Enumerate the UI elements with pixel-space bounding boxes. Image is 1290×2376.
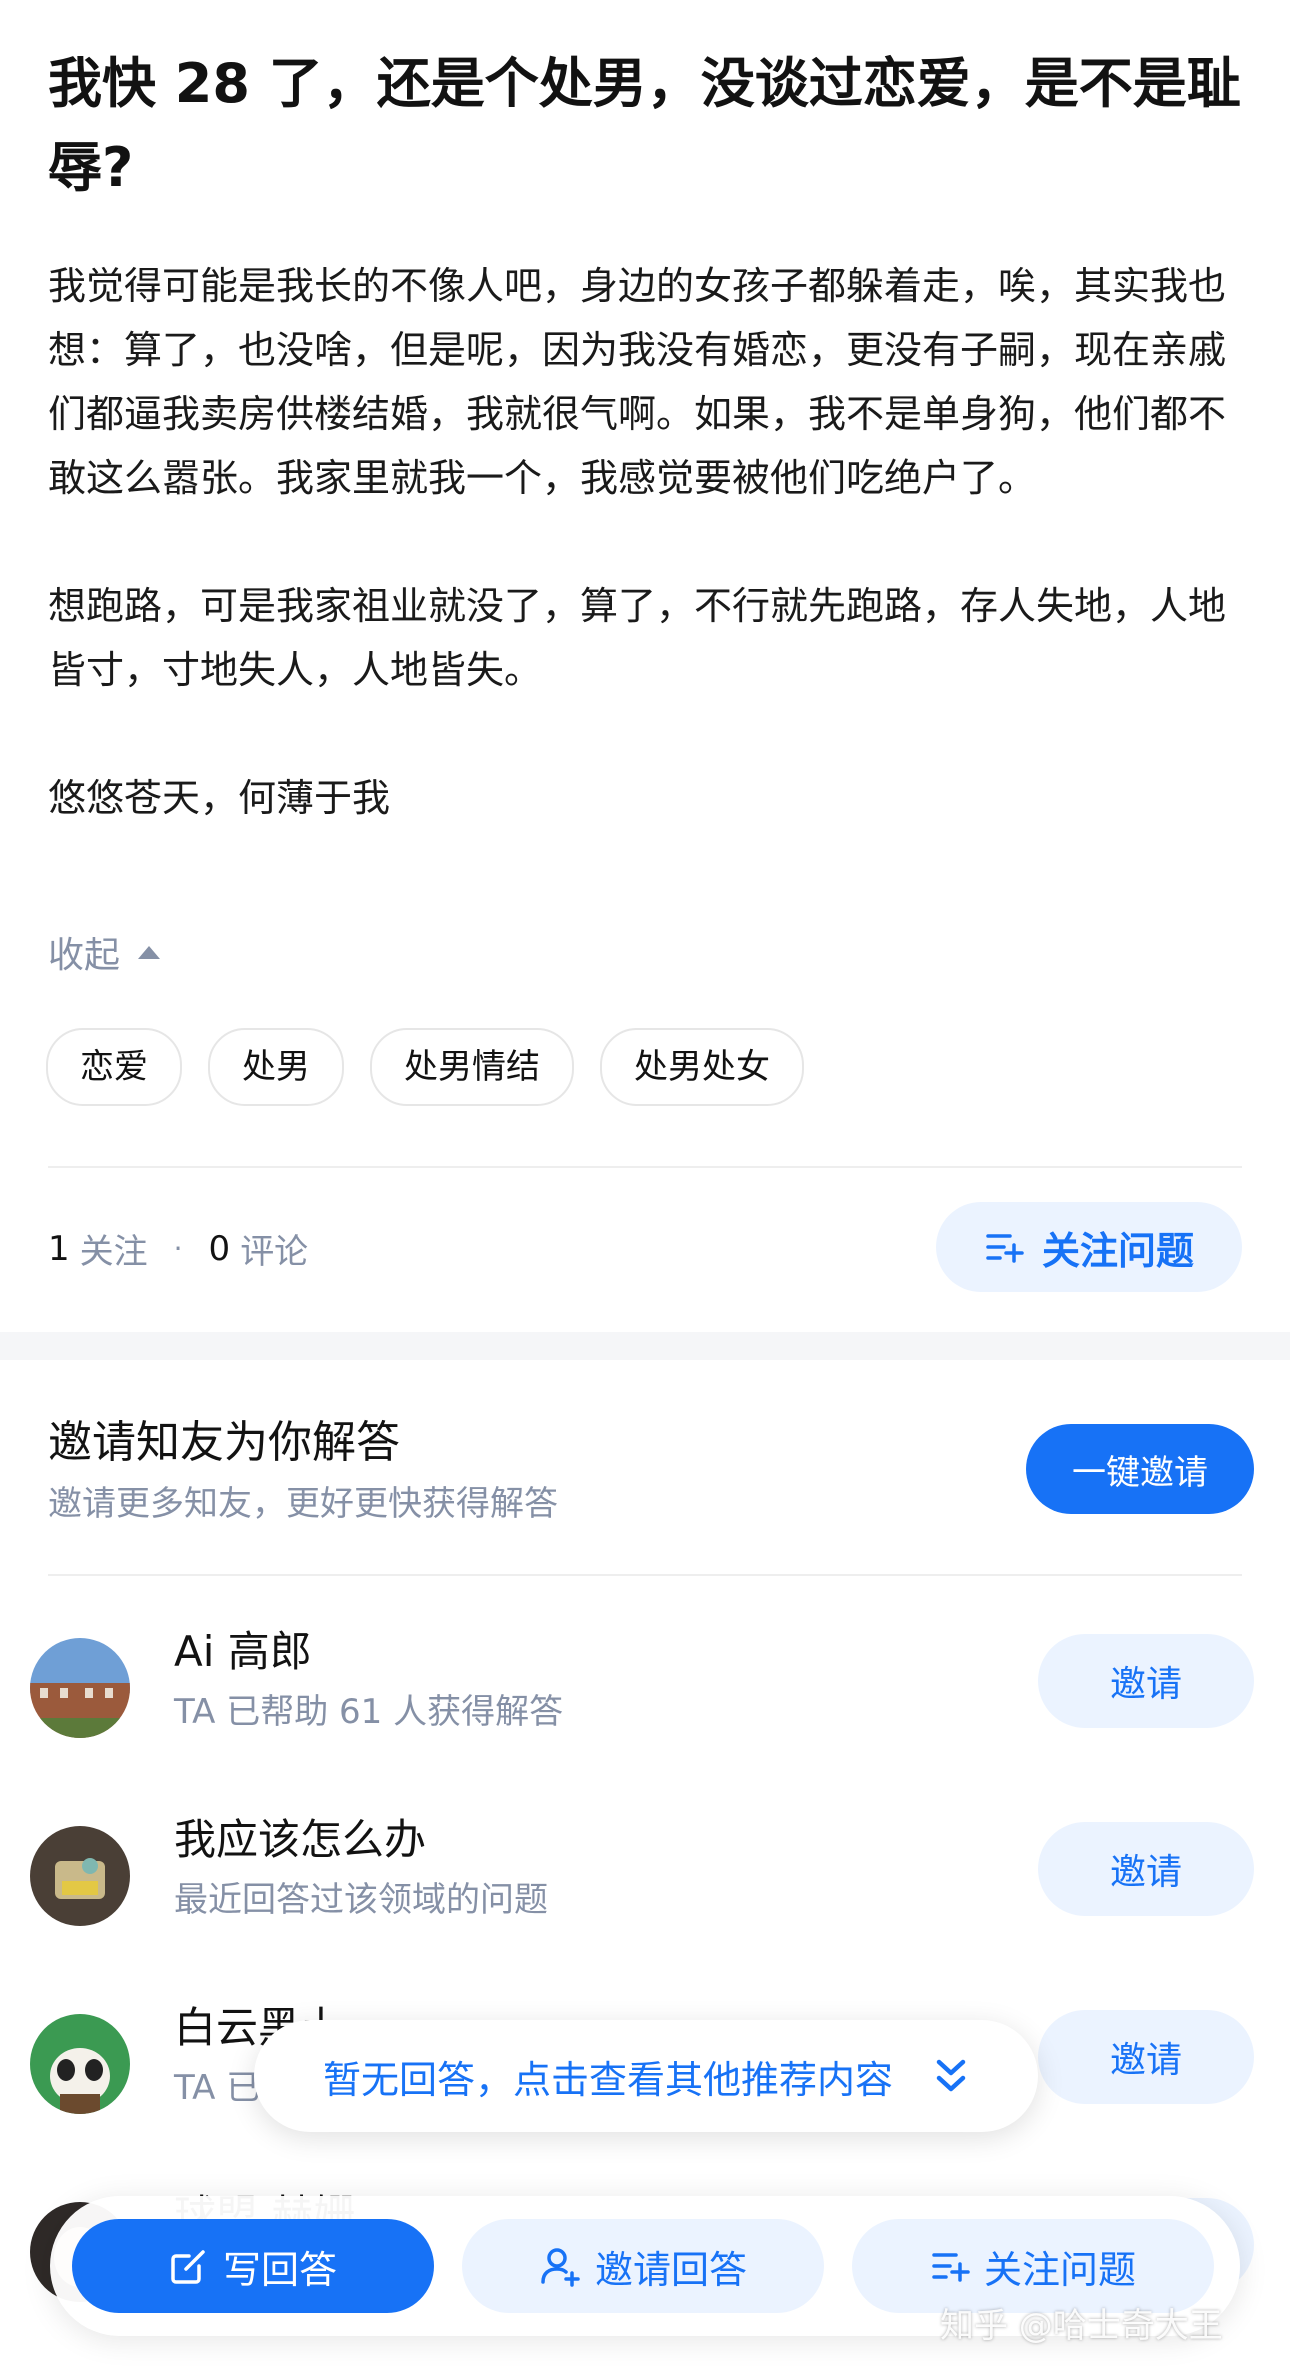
collapse-label: 收起	[48, 935, 121, 976]
double-chevron-down-icon	[936, 2059, 966, 2092]
invite-all-button[interactable]: 一键邀请	[1026, 1424, 1254, 1514]
invite-user-button[interactable]: 邀请	[1038, 1634, 1254, 1728]
topic-tags: 恋爱 处男 处男情结 处男处女	[46, 1028, 804, 1106]
user-description: TA 已帮助 61 人获得解答	[174, 1692, 564, 1732]
separator-dot: ·	[173, 1232, 183, 1265]
topic-tag[interactable]: 恋爱	[46, 1028, 182, 1106]
follow-count-label[interactable]: 关注	[80, 1224, 148, 1273]
comment-count-label[interactable]: 评论	[240, 1224, 308, 1273]
invite-user-button[interactable]: 邀请	[1038, 2010, 1254, 2104]
avatar[interactable]	[30, 1638, 130, 1738]
edit-icon	[171, 2250, 205, 2284]
question-paragraph-1: 我觉得可能是我长的不像人吧，身边的女孩子都躲着走，唉，其实我也想：算了，也没啥，…	[48, 264, 1227, 500]
divider	[48, 1166, 1242, 1168]
question-paragraph-3: 悠悠苍天，何薄于我	[48, 776, 391, 820]
section-separator	[0, 1332, 1290, 1360]
question-stats: 1 关注 · 0 评论	[48, 1224, 308, 1273]
question-body: 我觉得可能是我长的不像人吧，身边的女孩子都躲着走，唉，其实我也想：算了，也没啥，…	[48, 254, 1248, 894]
divider	[48, 1574, 1242, 1576]
topic-tag[interactable]: 处男处女	[600, 1028, 804, 1106]
comment-count: 0	[208, 1228, 231, 1269]
question-header: 我快 28 了，还是个处男，没谈过恋爱，是不是耻辱?	[48, 42, 1248, 210]
avatar[interactable]	[30, 1826, 130, 1926]
write-answer-label: 写回答	[222, 2247, 337, 2292]
invite-answer-label: 邀请回答	[594, 2247, 747, 2292]
question-paragraph-2: 想跑路，可是我家祖业就没了，算了，不行就先跑路，存人失地，人地皆寸，寸地失人，人…	[48, 584, 1227, 692]
follow-question-label: 关注问题	[1041, 1228, 1194, 1273]
user-name[interactable]: 我应该怎么办	[174, 1806, 426, 1867]
no-answer-tip[interactable]: 暂无回答，点击查看其他推荐内容	[254, 2020, 1038, 2132]
question-title: 我快 28 了，还是个处男，没谈过恋爱，是不是耻辱?	[48, 52, 1241, 199]
user-plus-icon	[541, 2248, 580, 2287]
user-name[interactable]: Ai 高郎	[174, 1618, 312, 1679]
invite-section-title: 邀请知友为你解答	[48, 1417, 400, 1468]
invite-answer-button[interactable]: 邀请回答	[462, 2219, 824, 2313]
avatar[interactable]	[30, 2014, 130, 2114]
follow-count: 1	[48, 1228, 70, 1269]
caret-up-icon	[138, 945, 161, 959]
collapse-button[interactable]: 收起	[48, 926, 161, 978]
follow-question-button[interactable]: 关注问题	[936, 1202, 1242, 1292]
no-answer-tip-label: 暂无回答，点击查看其他推荐内容	[322, 2057, 893, 2102]
follow-list-icon	[986, 1234, 1024, 1263]
invite-section-subtitle: 邀请更多知友，更好更快获得解答	[48, 1484, 558, 1524]
topic-tag[interactable]: 处男	[208, 1028, 344, 1106]
topic-tag[interactable]: 处男情结	[370, 1028, 574, 1106]
invite-user-row: Ai 高郎 TA 已帮助 61 人获得解答 邀请	[0, 1608, 1290, 1748]
invite-user-row: 我应该怎么办 最近回答过该领域的问题 邀请	[0, 1796, 1290, 1936]
watermark: 知乎 @哈士奇大王	[940, 2306, 1223, 2346]
follow-list-icon	[932, 2253, 970, 2282]
invite-user-button[interactable]: 邀请	[1038, 1822, 1254, 1916]
user-description: 最近回答过该领域的问题	[174, 1880, 548, 1920]
write-answer-button[interactable]: 写回答	[72, 2219, 434, 2313]
follow-question-bottom-label: 关注问题	[983, 2247, 1136, 2292]
user-description: TA 已	[174, 2068, 261, 2108]
